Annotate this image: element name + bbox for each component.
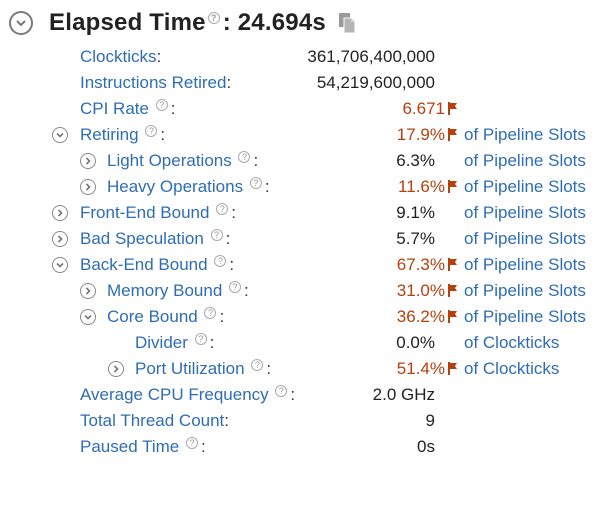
metric-row-paused-time: Paused Time ?: 0s <box>0 434 597 460</box>
metric-value: 6.671 <box>402 99 445 118</box>
warning-flag-icon <box>448 310 457 323</box>
metric-value: 9 <box>425 411 435 430</box>
help-icon[interactable]: ? <box>210 229 223 241</box>
metric-row-memory-bound: Memory Bound ?: 31.0% of Pipeline Slots <box>0 278 597 304</box>
metric-label[interactable]: Divider ?: <box>135 330 214 356</box>
warning-flag-icon <box>448 128 457 141</box>
help-icon[interactable]: ? <box>204 307 217 319</box>
metric-value: 361,706,400,000 <box>307 47 435 66</box>
metric-label[interactable]: Paused Time ?: <box>80 434 206 460</box>
expand-chevron-icon[interactable] <box>52 231 68 247</box>
warning-flag-icon <box>448 180 457 193</box>
metric-label[interactable]: Front-End Bound ?: <box>80 200 236 226</box>
help-icon[interactable]: ? <box>145 125 158 137</box>
metric-label[interactable]: CPI Rate ?: <box>80 96 175 122</box>
metric-row-port-utilization: Port Utilization ?: 51.4% of Clockticks <box>0 356 597 382</box>
metric-unit: of Pipeline Slots <box>464 229 586 248</box>
warning-flag-icon <box>448 284 457 297</box>
expand-chevron-icon[interactable] <box>80 179 96 195</box>
help-icon[interactable]: ? <box>216 203 229 215</box>
metric-row-core-bound: Core Bound ?: 36.2% of Pipeline Slots <box>0 304 597 330</box>
help-icon[interactable]: ? <box>275 385 288 397</box>
help-icon[interactable]: ? <box>185 437 198 449</box>
metric-unit: of Pipeline Slots <box>464 255 586 274</box>
warning-flag-icon <box>448 258 457 271</box>
metric-unit: of Pipeline Slots <box>464 125 586 144</box>
help-icon[interactable]: ? <box>207 12 220 24</box>
expand-chevron-icon[interactable] <box>108 361 124 377</box>
metric-row-instructions-retired: Instructions Retired: 54,219,600,000 <box>0 70 597 96</box>
metric-value: 0.0% <box>396 333 435 352</box>
help-icon[interactable]: ? <box>155 99 168 111</box>
metric-unit: of Pipeline Slots <box>464 307 586 326</box>
warning-flag-icon <box>448 102 457 115</box>
collapse-chevron-icon[interactable] <box>52 127 68 143</box>
metric-value: 17.9% <box>396 125 445 144</box>
metric-value: 31.0% <box>396 281 445 300</box>
metric-label[interactable]: Back-End Bound ?: <box>80 252 234 278</box>
metric-label[interactable]: Total Thread Count: <box>80 408 229 434</box>
help-icon[interactable]: ? <box>251 359 264 371</box>
metric-row-total-thread-count: Total Thread Count: 9 <box>0 408 597 434</box>
copy-icon[interactable] <box>338 12 356 34</box>
metric-row-clockticks: Clockticks: 361,706,400,000 <box>0 44 597 70</box>
page-title: Elapsed Time?: 24.694s <box>49 9 326 37</box>
metric-row-light-operations: Light Operations ?: 6.3% of Pipeline Slo… <box>0 148 597 174</box>
metric-row-front-end-bound: Front-End Bound ?: 9.1% of Pipeline Slot… <box>0 200 597 226</box>
metric-label[interactable]: Retiring ?: <box>80 122 165 148</box>
metric-row-retiring: Retiring ?: 17.9% of Pipeline Slots <box>0 122 597 148</box>
metric-value: 54,219,600,000 <box>316 73 435 92</box>
metric-label[interactable]: Average CPU Frequency ?: <box>80 382 295 408</box>
metric-unit: of Clockticks <box>464 359 560 378</box>
metric-row-divider: Divider ?: 0.0% of Clockticks <box>0 330 597 356</box>
metric-row-bad-speculation: Bad Speculation ?: 5.7% of Pipeline Slot… <box>0 226 597 252</box>
metric-row-average-cpu-frequency: Average CPU Frequency ?: 2.0 GHz <box>0 382 597 408</box>
warning-flag-icon <box>448 362 457 375</box>
metric-label[interactable]: Clockticks: <box>80 44 161 70</box>
help-icon[interactable]: ? <box>214 255 227 267</box>
metric-value: 67.3% <box>396 255 445 274</box>
metric-value: 9.1% <box>396 203 435 222</box>
metric-unit: of Pipeline Slots <box>464 281 586 300</box>
help-icon[interactable]: ? <box>229 281 242 293</box>
metric-label[interactable]: Heavy Operations ?: <box>107 174 270 200</box>
expand-chevron-icon[interactable] <box>80 283 96 299</box>
metric-label[interactable]: Instructions Retired: <box>80 70 231 96</box>
metric-unit: of Pipeline Slots <box>464 177 586 196</box>
help-icon[interactable]: ? <box>194 333 207 345</box>
metric-value: 51.4% <box>396 359 445 378</box>
metric-value: 6.3% <box>396 151 435 170</box>
metric-value: 5.7% <box>396 229 435 248</box>
metric-label[interactable]: Bad Speculation ?: <box>80 226 230 252</box>
elapsed-time-value: : 24.694s <box>222 9 326 36</box>
metric-label[interactable]: Port Utilization ?: <box>135 356 271 382</box>
metric-value: 0s <box>417 437 435 456</box>
collapse-chevron-icon[interactable] <box>52 257 68 273</box>
metric-label[interactable]: Memory Bound ?: <box>107 278 249 304</box>
help-icon[interactable]: ? <box>238 151 251 163</box>
summary-header: Elapsed Time?: 24.694s <box>9 8 356 38</box>
expand-chevron-icon[interactable] <box>80 153 96 169</box>
metric-value: 2.0 GHz <box>372 385 435 404</box>
help-icon[interactable]: ? <box>249 177 262 189</box>
metric-row-cpi-rate: CPI Rate ?: 6.671 <box>0 96 597 122</box>
metric-row-back-end-bound: Back-End Bound ?: 67.3% of Pipeline Slot… <box>0 252 597 278</box>
expand-chevron-icon[interactable] <box>52 205 68 221</box>
metric-unit: of Clockticks <box>464 333 560 352</box>
title-label: Elapsed Time <box>49 9 206 36</box>
collapse-chevron-icon[interactable] <box>80 309 96 325</box>
metric-unit: of Pipeline Slots <box>464 203 586 222</box>
metric-label[interactable]: Light Operations ?: <box>107 148 258 174</box>
metric-value: 36.2% <box>396 307 445 326</box>
metric-label[interactable]: Core Bound ?: <box>107 304 224 330</box>
metric-value: 11.6% <box>398 177 445 196</box>
metric-unit: of Pipeline Slots <box>464 151 586 170</box>
metric-row-heavy-operations: Heavy Operations ?: 11.6% of Pipeline Sl… <box>0 174 597 200</box>
collapse-chevron-icon[interactable] <box>9 11 33 35</box>
